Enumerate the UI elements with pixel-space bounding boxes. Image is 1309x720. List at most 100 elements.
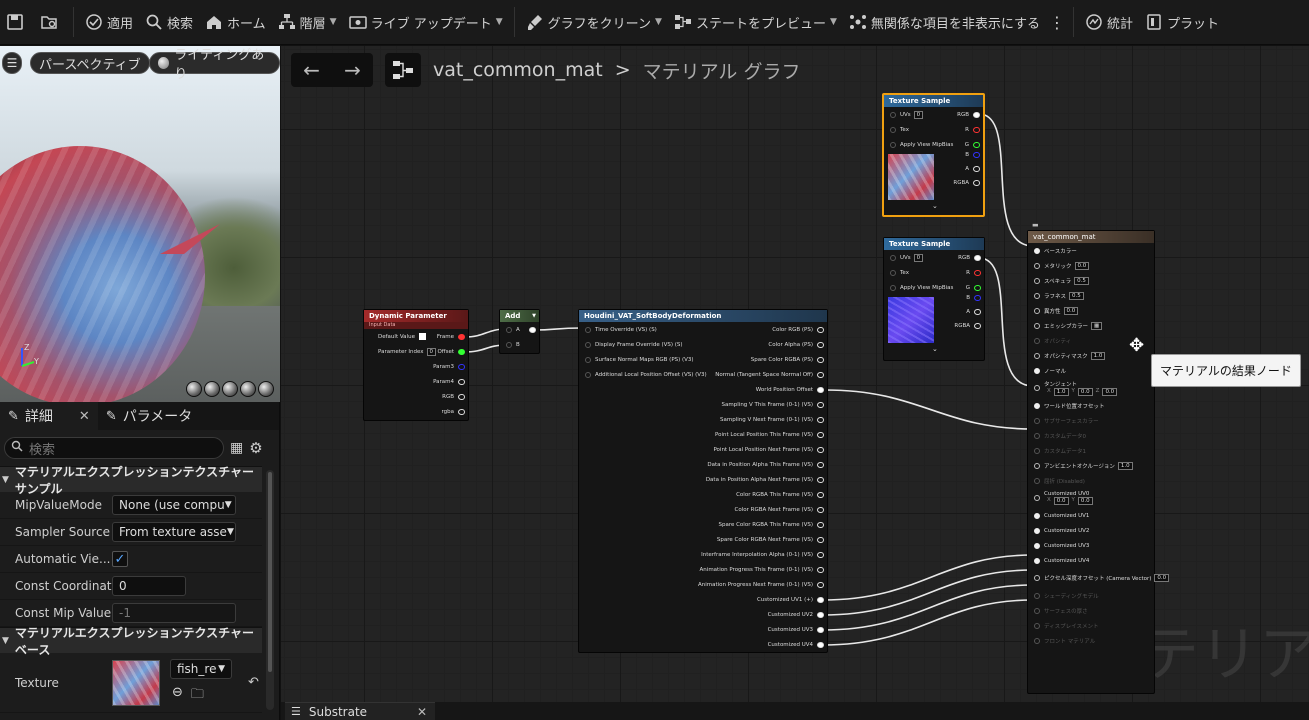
pin-icon[interactable]: [1034, 557, 1040, 564]
perspective-button[interactable]: パースペクティブ: [30, 52, 150, 74]
expand-chevron-icon[interactable]: ⌄: [932, 202, 938, 210]
pin-value[interactable]: 0: [426, 347, 437, 356]
pin-icon[interactable]: [529, 326, 536, 333]
pin-icon[interactable]: [1034, 367, 1040, 374]
pin-icon[interactable]: [458, 378, 465, 385]
pin-icon[interactable]: [506, 326, 512, 333]
reset-arrow-icon[interactable]: ↶: [248, 675, 259, 690]
pin-icon[interactable]: [1034, 277, 1040, 284]
material-graph[interactable]: マテリア ← → vat_common_mat > マテリアル グラフ Text…: [281, 46, 1309, 702]
pin-icon[interactable]: [1034, 637, 1040, 644]
mip-value-mode-combo[interactable]: None (use compu ▼: [112, 495, 236, 515]
forward-arrow-icon[interactable]: →: [344, 58, 361, 82]
pin-icon[interactable]: [1034, 402, 1040, 409]
pin-icon[interactable]: [1034, 542, 1040, 549]
pin-icon[interactable]: [1034, 495, 1040, 501]
pin-value[interactable]: 0.0: [1102, 388, 1118, 396]
pin-icon[interactable]: [1034, 447, 1040, 454]
pin-icon[interactable]: [1034, 512, 1040, 519]
pin-icon[interactable]: [1034, 292, 1040, 299]
pin-icon[interactable]: [817, 521, 824, 528]
pin-icon[interactable]: [458, 393, 465, 400]
pin-value[interactable]: 0.0: [1154, 574, 1170, 582]
pin-icon[interactable]: [458, 348, 465, 355]
tab-details[interactable]: ✎ 詳細 ✕: [0, 402, 98, 430]
pin-icon[interactable]: [974, 284, 981, 291]
pin-icon[interactable]: [973, 180, 980, 186]
texture-sample-node-2[interactable]: Texture Sample UVs 0 RGB Tex R Apply View…: [883, 237, 985, 361]
details-scrollbar-thumb[interactable]: [268, 472, 272, 672]
pin-value[interactable]: 0: [913, 110, 924, 119]
pin-icon[interactable]: [1034, 462, 1040, 469]
apply-button[interactable]: 適用: [79, 0, 139, 45]
pin-icon[interactable]: [817, 506, 824, 513]
pin-icon[interactable]: [458, 363, 465, 370]
pin-icon[interactable]: [1034, 262, 1040, 269]
live-update-button[interactable]: ライブ アップデート ▼: [343, 0, 509, 45]
pin-icon[interactable]: [890, 284, 896, 291]
use-selected-icon[interactable]: ⊖: [172, 685, 183, 707]
pin-icon[interactable]: [1034, 307, 1040, 314]
search-button[interactable]: 検索: [139, 0, 199, 45]
pin-icon[interactable]: [817, 416, 824, 423]
viewport-menu-button[interactable]: ☰: [2, 52, 22, 74]
pin-icon[interactable]: [973, 166, 980, 172]
pin-value[interactable]: 0.5: [1069, 291, 1084, 300]
const-coordinate-input[interactable]: 0: [112, 576, 186, 596]
pin-icon[interactable]: [585, 326, 591, 333]
pin-icon[interactable]: [817, 386, 824, 393]
browse-button[interactable]: [34, 0, 68, 45]
section-texture-base[interactable]: ▼ マテリアルエクスプレッションテクスチャーベース: [0, 626, 262, 657]
pin-icon[interactable]: [1034, 575, 1040, 581]
pin-icon[interactable]: [1034, 247, 1040, 254]
pin-icon[interactable]: [585, 341, 591, 348]
pin-icon[interactable]: [817, 431, 824, 438]
tab-parameters[interactable]: ✎ パラメータ: [98, 402, 201, 430]
pin-value[interactable]: 1.0: [1090, 351, 1106, 360]
houdini-vat-node[interactable]: Houdini_VAT_SoftBodyDeformation Time Ove…: [578, 309, 828, 653]
pin-value[interactable]: 0: [913, 253, 924, 262]
table-view-icon[interactable]: ▦: [230, 440, 243, 456]
pin-icon[interactable]: [506, 341, 512, 348]
pin-icon[interactable]: [458, 408, 465, 415]
pin-value[interactable]: 1.0: [1117, 461, 1133, 470]
pin-icon[interactable]: [890, 254, 896, 261]
pin-icon[interactable]: [1034, 417, 1040, 424]
pin-icon[interactable]: [817, 626, 824, 633]
home-button[interactable]: ホーム: [199, 0, 272, 45]
pin-icon[interactable]: [1034, 337, 1040, 344]
cube-icon[interactable]: [240, 381, 256, 397]
browse-asset-icon[interactable]: 🗀: [191, 685, 204, 707]
pin-value[interactable]: 0.0: [1053, 497, 1069, 505]
pin-icon[interactable]: [974, 323, 981, 329]
teapot-icon[interactable]: [258, 381, 274, 397]
pin-value[interactable]: 0.0: [1077, 388, 1093, 396]
pin-icon[interactable]: [974, 295, 981, 301]
preview-viewport[interactable]: ☰ パースペクティブ ライティングあり Z Y: [0, 46, 280, 402]
clean-graph-button[interactable]: グラフをクリーン ▼: [520, 0, 668, 45]
pin-icon[interactable]: [974, 269, 981, 276]
pin-icon[interactable]: [1034, 352, 1040, 359]
color-swatch[interactable]: [418, 333, 426, 340]
pin-icon[interactable]: [974, 309, 981, 315]
texture-sample-node-1[interactable]: Texture Sample UVs 0 RGB Tex R Apply View…: [882, 93, 985, 217]
sphere-icon[interactable]: [204, 381, 220, 397]
add-node[interactable]: Add ▼ A B: [499, 309, 540, 354]
pin-icon[interactable]: [817, 401, 824, 408]
dynamic-parameter-node[interactable]: Dynamic Parameter Input Data Default Val…: [363, 309, 469, 421]
pin-icon[interactable]: [585, 356, 591, 363]
pin-icon[interactable]: [817, 641, 824, 648]
preview-state-button[interactable]: ステートをプレビュー ▼: [668, 0, 843, 45]
pin-icon[interactable]: [1034, 527, 1040, 534]
pin-icon[interactable]: [817, 356, 824, 363]
pin-icon[interactable]: [890, 141, 896, 148]
pin-icon[interactable]: [817, 551, 824, 558]
close-icon[interactable]: ✕: [79, 409, 90, 424]
close-icon[interactable]: ✕: [417, 705, 427, 719]
texture-asset-combo[interactable]: fish_re ▼: [170, 658, 232, 679]
pin-icon[interactable]: [973, 111, 980, 118]
details-search-input[interactable]: 検索: [4, 437, 224, 459]
pin-icon[interactable]: [973, 152, 980, 158]
sampler-source-combo[interactable]: From texture asse ▼: [112, 522, 236, 542]
pin-icon[interactable]: [817, 446, 824, 453]
